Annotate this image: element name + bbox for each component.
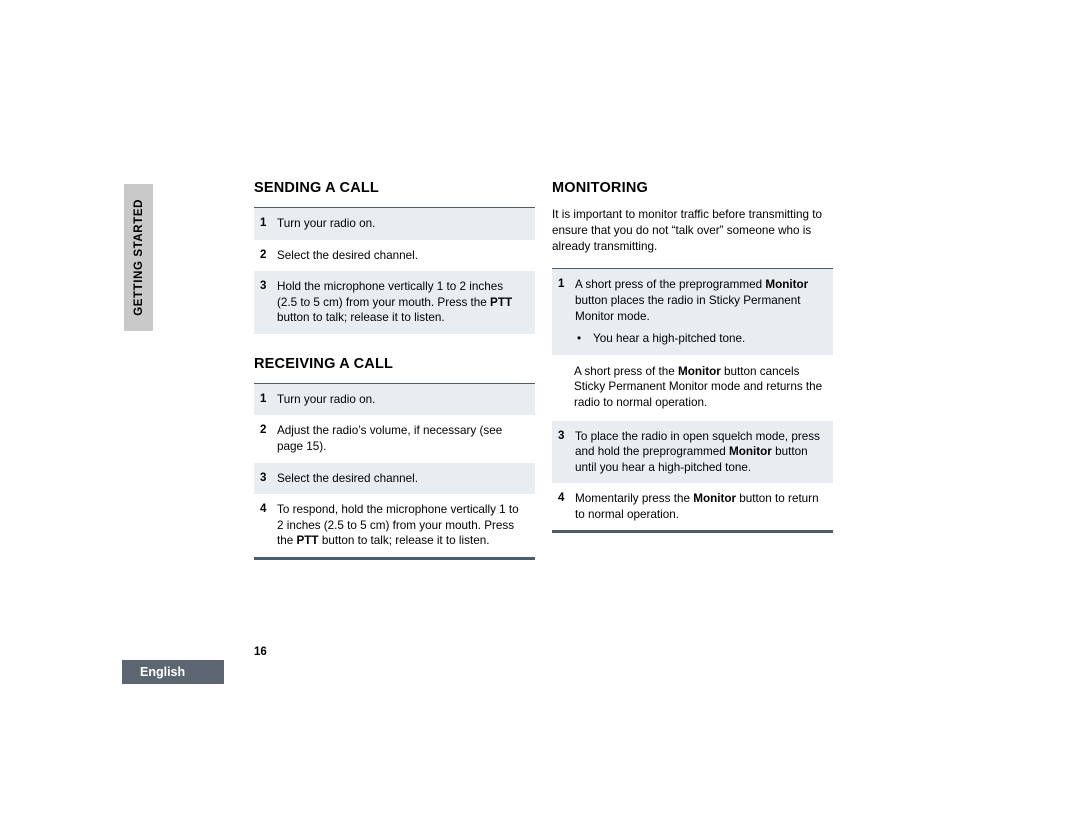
- divider-monitoring-bottom: [552, 530, 833, 534]
- step-number: 3: [260, 280, 267, 293]
- sub-bullet-item: • You hear a high-pitched tone.: [575, 331, 823, 347]
- page-title-sending-a-call: SENDING A CALL: [254, 180, 379, 196]
- page-title-monitoring: MONITORING: [552, 180, 648, 196]
- monitoring-intro-paragraph: It is important to monitor traffic befor…: [552, 208, 823, 253]
- right-column: MONITORING It is important to monitor tr…: [552, 180, 833, 534]
- list-item: 1 Turn your radio on.: [254, 208, 535, 240]
- page-number: 16: [254, 646, 267, 658]
- list-item: 1 Turn your radio on.: [254, 383, 535, 416]
- step-text-part-b: button to talk; release it to listen.: [277, 311, 445, 325]
- step-number: 4: [558, 492, 565, 505]
- step-text-part-a: A short press of the preprogrammed: [575, 278, 766, 292]
- step-text-part-a: Momentarily press the: [575, 492, 694, 506]
- step-text: Turn your radio on.: [277, 217, 376, 230]
- step-text-part-b: button to talk; release it to listen.: [318, 534, 490, 548]
- step-text: To place the radio in open squelch mode,…: [575, 429, 823, 476]
- step-text-bold: PTT: [490, 295, 513, 309]
- list-item: 4 To respond, hold the microphone vertic…: [254, 494, 535, 557]
- page-title-receiving-a-call: RECEIVING A CALL: [254, 355, 394, 372]
- list-item: 1 A short press of the preprogrammed Mon…: [552, 269, 833, 355]
- list-item: 2 Select the desired channel.: [254, 240, 535, 272]
- step-number: 3: [558, 429, 565, 442]
- language-badge: English: [122, 660, 224, 684]
- list-item: 2 Adjust the radio’s volume, if necessar…: [254, 415, 535, 462]
- step-text: Turn your radio on.: [277, 392, 376, 406]
- left-column: SENDING A CALL 1 Turn your radio on. 2 S…: [254, 180, 535, 560]
- steps-list-sending: 1 Turn your radio on. 2 Select the desir…: [254, 208, 535, 334]
- note-part-a: A short press of the: [574, 364, 678, 378]
- sub-bullet-text: You hear a high-pitched tone.: [593, 332, 746, 346]
- step-number: 1: [260, 217, 267, 229]
- note-bold: Monitor: [677, 364, 721, 378]
- step-text-bold: Monitor: [728, 445, 772, 459]
- step-number: 3: [260, 471, 267, 484]
- step-number: 2: [260, 424, 267, 437]
- step-number: 2: [260, 248, 267, 261]
- step-number: 1: [558, 278, 565, 291]
- step-text: Momentarily press the Monitor button to …: [575, 491, 823, 522]
- list-item: 3 Hold the microphone vertically 1 to 2 …: [254, 271, 535, 334]
- step-number: 4: [260, 503, 267, 516]
- list-item: 3 Select the desired channel.: [254, 462, 535, 495]
- step-text-bold: Monitor: [693, 492, 737, 506]
- step-text-part-a: Hold the microphone vertically 1 to 2 in…: [277, 280, 504, 309]
- list-item: 4 Momentarily press the Monitor button t…: [552, 483, 833, 530]
- section-tab-getting-started: GETTING STARTED: [124, 184, 153, 331]
- step-text: Hold the microphone vertically 1 to 2 in…: [277, 279, 525, 326]
- section-tab-label: GETTING STARTED: [132, 199, 145, 316]
- step-text: A short press of the preprogrammed Monit…: [575, 277, 823, 346]
- step-text: Adjust the radio’s volume, if necessary …: [277, 424, 503, 453]
- step-text-part-b: button places the radio in Sticky Perman…: [575, 293, 801, 323]
- step-text-bold: Monitor: [765, 278, 809, 292]
- bullet-dot-icon: •: [577, 332, 582, 346]
- monitoring-note-paragraph: A short press of the Monitor button canc…: [552, 355, 833, 421]
- step-number: 1: [260, 392, 267, 405]
- list-item: 3 To place the radio in open squelch mod…: [552, 420, 833, 484]
- divider-receiving-bottom: [254, 556, 535, 560]
- step-text-bold: PTT: [296, 534, 319, 548]
- language-badge-label: English: [140, 665, 186, 679]
- step-text: Select the desired channel.: [277, 248, 418, 262]
- step-text: Select the desired channel.: [277, 471, 418, 485]
- steps-list-receiving: 1 Turn your radio on. 2 Adjust the radio…: [254, 383, 535, 557]
- step-text: To respond, hold the microphone vertical…: [277, 502, 525, 549]
